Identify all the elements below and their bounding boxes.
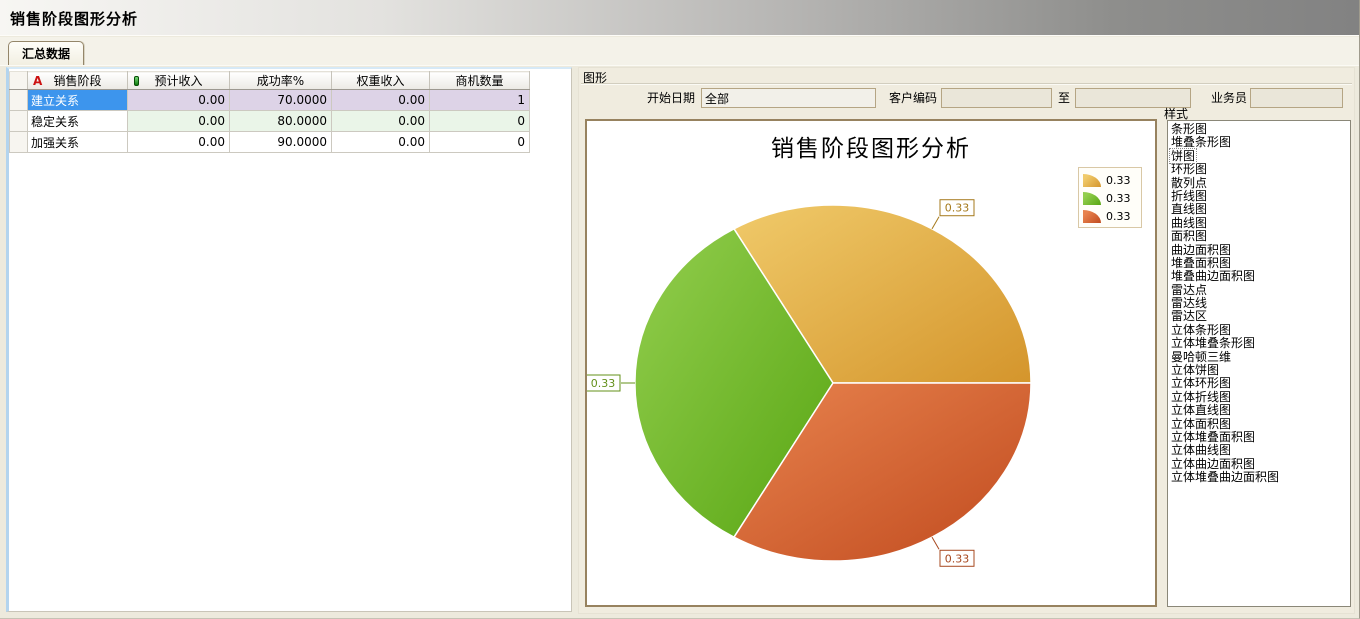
tab-strip: 汇总数据 bbox=[0, 37, 1359, 66]
style-list-item[interactable]: 环形图 bbox=[1170, 163, 1350, 176]
legend-swatch-icon bbox=[1083, 210, 1101, 223]
row-selector[interactable] bbox=[10, 132, 28, 153]
style-list-item[interactable]: 立体环形图 bbox=[1170, 377, 1350, 390]
chart-area: 0.330.330.33 销售阶段图形分析 0.33 0.33 0.33 bbox=[585, 119, 1157, 607]
summary-table: A销售阶段 预计收入 成功率% 权重收入 商机数量 建立关系 0.00 70.0… bbox=[9, 71, 530, 153]
style-list-item[interactable]: 散列点 bbox=[1170, 177, 1350, 190]
table-row[interactable]: 稳定关系 0.00 80.0000 0.00 0 bbox=[10, 111, 530, 132]
style-list-item[interactable]: 曲线图 bbox=[1170, 217, 1350, 230]
window-titlebar: 销售阶段图形分析 bbox=[0, 0, 1359, 36]
table-row[interactable]: 加强关系 0.00 90.0000 0.00 0 bbox=[10, 132, 530, 153]
style-list-item[interactable]: 饼图 bbox=[1170, 150, 1350, 163]
table-header-row: A销售阶段 预计收入 成功率% 权重收入 商机数量 bbox=[10, 72, 530, 90]
style-list-item[interactable]: 堆叠面积图 bbox=[1170, 257, 1350, 270]
group-divider bbox=[581, 83, 1352, 85]
cell-stage[interactable]: 加强关系 bbox=[28, 132, 128, 153]
style-list[interactable]: 条形图堆叠条形图饼图环形图散列点折线图直线图曲线图面积图曲边面积图堆叠面积图堆叠… bbox=[1167, 120, 1351, 607]
cell-count[interactable]: 0 bbox=[430, 111, 530, 132]
cell-success[interactable]: 80.0000 bbox=[230, 111, 332, 132]
cell-weighted[interactable]: 0.00 bbox=[332, 111, 430, 132]
cell-stage[interactable]: 稳定关系 bbox=[28, 111, 128, 132]
style-list-item[interactable]: 条形图 bbox=[1170, 123, 1350, 136]
pie-label-callout-line bbox=[932, 217, 939, 229]
style-list-item[interactable]: 雷达线 bbox=[1170, 297, 1350, 310]
pie-chart[interactable]: 0.330.330.33 bbox=[587, 121, 1155, 605]
app-window: 销售阶段图形分析 汇总数据 A销售阶段 预计收入 成功率% 权重收入 商机数量 bbox=[0, 0, 1360, 619]
row-selector-header bbox=[10, 72, 28, 90]
customer-code-label: 客户编码 bbox=[879, 88, 937, 108]
style-list-item[interactable]: 立体堆叠曲边面积图 bbox=[1170, 471, 1350, 484]
cell-count[interactable]: 0 bbox=[430, 132, 530, 153]
style-list-item[interactable]: 堆叠条形图 bbox=[1170, 136, 1350, 149]
cell-expected[interactable]: 0.00 bbox=[128, 111, 230, 132]
numeric-type-icon bbox=[134, 76, 139, 86]
pie-label-callout-line bbox=[932, 537, 939, 549]
table-row[interactable]: 建立关系 0.00 70.0000 0.00 1 bbox=[10, 90, 530, 111]
col-header-count[interactable]: 商机数量 bbox=[430, 72, 530, 90]
graph-panel: 图形 开始日期 客户编码 至 业务员 0.330.330.33 销售阶段图形分析… bbox=[578, 67, 1355, 614]
cell-expected[interactable]: 0.00 bbox=[128, 90, 230, 111]
cell-weighted[interactable]: 0.00 bbox=[332, 90, 430, 111]
row-selector[interactable] bbox=[10, 111, 28, 132]
legend-swatch-icon bbox=[1083, 192, 1101, 205]
chart-legend: 0.33 0.33 0.33 bbox=[1078, 167, 1142, 228]
cell-weighted[interactable]: 0.00 bbox=[332, 132, 430, 153]
style-list-item[interactable]: 曲边面积图 bbox=[1170, 244, 1350, 257]
customer-code-input bbox=[941, 88, 1052, 108]
style-list-item[interactable]: 雷达点 bbox=[1170, 284, 1350, 297]
cell-stage[interactable]: 建立关系 bbox=[28, 90, 128, 111]
row-selector[interactable] bbox=[10, 90, 28, 111]
cell-count[interactable]: 1 bbox=[430, 90, 530, 111]
col-header-expected[interactable]: 预计收入 bbox=[128, 72, 230, 90]
style-list-item[interactable]: 面积图 bbox=[1170, 230, 1350, 243]
pie-value-label: 0.33 bbox=[591, 377, 616, 390]
style-list-item[interactable]: 立体堆叠条形图 bbox=[1170, 337, 1350, 350]
style-list-item[interactable]: 立体直线图 bbox=[1170, 404, 1350, 417]
to-label: 至 bbox=[1056, 88, 1072, 108]
style-list-item[interactable]: 立体曲线图 bbox=[1170, 444, 1350, 457]
cell-expected[interactable]: 0.00 bbox=[128, 132, 230, 153]
legend-swatch-icon bbox=[1083, 174, 1101, 187]
legend-item: 0.33 bbox=[1083, 207, 1137, 225]
summary-table-panel: A销售阶段 预计收入 成功率% 权重收入 商机数量 建立关系 0.00 70.0… bbox=[6, 67, 572, 612]
style-list-item[interactable]: 立体面积图 bbox=[1170, 418, 1350, 431]
page-title: 销售阶段图形分析 bbox=[10, 8, 138, 29]
col-header-stage[interactable]: A销售阶段 bbox=[28, 72, 128, 90]
legend-item: 0.33 bbox=[1083, 171, 1137, 189]
style-list-item[interactable]: 雷达区 bbox=[1170, 310, 1350, 323]
cell-success[interactable]: 90.0000 bbox=[230, 132, 332, 153]
start-date-input[interactable] bbox=[701, 88, 876, 108]
legend-item: 0.33 bbox=[1083, 189, 1137, 207]
salesman-label: 业务员 bbox=[1205, 88, 1247, 108]
tab-summary-data[interactable]: 汇总数据 bbox=[8, 41, 84, 66]
style-list-item[interactable]: 堆叠曲边面积图 bbox=[1170, 270, 1350, 283]
start-date-label: 开始日期 bbox=[637, 88, 695, 108]
chart-title: 销售阶段图形分析 bbox=[587, 129, 1155, 163]
col-header-success[interactable]: 成功率% bbox=[230, 72, 332, 90]
pie-value-label: 0.33 bbox=[945, 202, 970, 215]
cell-success[interactable]: 70.0000 bbox=[230, 90, 332, 111]
text-type-icon: A bbox=[33, 74, 42, 88]
pie-value-label: 0.33 bbox=[945, 552, 970, 565]
tab-divider bbox=[0, 65, 1359, 66]
style-list-item[interactable]: 直线图 bbox=[1170, 203, 1350, 216]
style-list-item[interactable]: 折线图 bbox=[1170, 190, 1350, 203]
col-header-weighted[interactable]: 权重收入 bbox=[332, 72, 430, 90]
salesman-input bbox=[1250, 88, 1343, 108]
